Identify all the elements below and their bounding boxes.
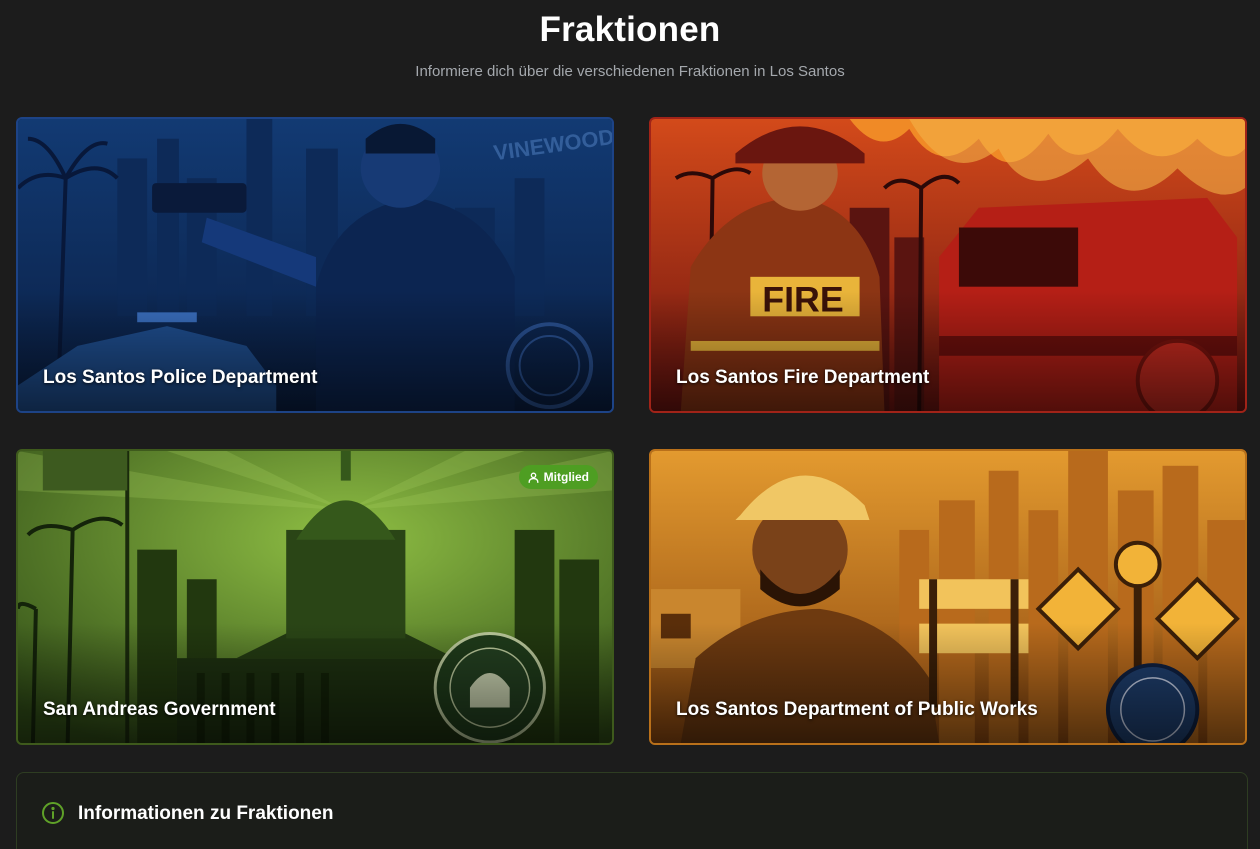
faction-title: San Andreas Government bbox=[43, 699, 276, 720]
member-badge: Mitglied bbox=[518, 465, 598, 489]
info-circle-icon bbox=[42, 802, 64, 824]
faction-card-government[interactable]: Mitglied San Andreas Government bbox=[16, 449, 614, 745]
member-badge-label: Mitglied bbox=[543, 470, 589, 484]
page-title: Fraktionen bbox=[539, 10, 721, 49]
faction-title: Los Santos Police Department bbox=[43, 367, 318, 388]
faction-card-public-works[interactable]: Los Santos Department of Public Works bbox=[649, 449, 1247, 745]
faction-title: Los Santos Department of Public Works bbox=[676, 699, 1038, 720]
faction-card-fire[interactable]: FIRE Los Santos Fire Department bbox=[649, 117, 1247, 413]
faction-card-police[interactable]: VINEWOOD Los Santos Police Department bbox=[16, 117, 614, 413]
user-icon bbox=[528, 472, 539, 483]
page-subtitle: Informiere dich über die verschiedenen F… bbox=[415, 63, 845, 80]
faction-title: Los Santos Fire Department bbox=[676, 367, 930, 388]
factions-page: Fraktionen Informiere dich über die vers… bbox=[0, 0, 1260, 849]
info-panel[interactable]: Informationen zu Fraktionen bbox=[16, 772, 1248, 849]
info-panel-title: Informationen zu Fraktionen bbox=[78, 803, 334, 824]
